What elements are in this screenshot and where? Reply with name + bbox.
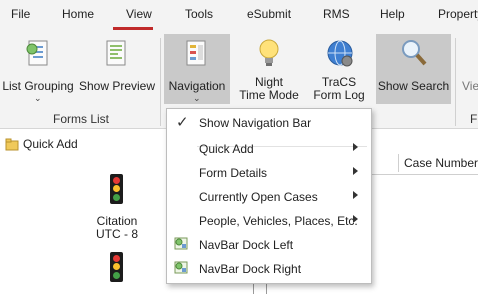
menu-item-quick-add[interactable]: Quick Add [167, 136, 371, 160]
list-grouping-icon [26, 40, 48, 66]
traffic-red-light [113, 255, 120, 262]
menu-item-label: Quick Add [199, 142, 254, 156]
menu-item-label: Form Details [199, 166, 268, 180]
column-divider[interactable] [398, 154, 399, 172]
menu-item-currently-open-cases[interactable]: Currently Open Cases [167, 184, 371, 208]
traffic-green-light [113, 272, 120, 279]
group-divider [455, 38, 456, 126]
traffic-light-icon[interactable] [110, 174, 123, 204]
submenu-arrow-icon [353, 167, 358, 175]
traffic-yellow-light [113, 185, 120, 192]
menu-help[interactable]: Help [380, 7, 405, 21]
menu-esubmit[interactable]: eSubmit [247, 7, 291, 21]
menu-home[interactable]: Home [62, 7, 94, 21]
menu-item-label: Show Navigation Bar [199, 116, 312, 130]
show-search-label: Show Search [377, 79, 450, 93]
citation-label-line2: UTC - 8 [96, 227, 138, 241]
menu-item-label: People, Vehicles, Places, Etc. [199, 214, 358, 228]
chevron-down-icon: ⌄ [193, 93, 201, 103]
menu-bar: File Home View Tools eSubmit RMS Help Pr… [0, 0, 478, 30]
lightbulb-icon [259, 39, 279, 66]
navbar-dock-icon [174, 261, 188, 274]
menu-tools[interactable]: Tools [185, 7, 213, 21]
cut-off-ribbon-label[interactable]: Vie [462, 80, 478, 93]
menu-item-show-navigation-bar[interactable]: ✓ Show Navigation Bar [167, 110, 371, 134]
folder-add-icon [5, 138, 19, 151]
navigation-button[interactable]: Navigation ⌄ [164, 34, 230, 104]
navbar-dock-icon [174, 237, 188, 250]
quick-add-label: Quick Add [23, 137, 78, 151]
traffic-red-light [113, 177, 120, 184]
menu-item-label: NavBar Dock Right [199, 262, 302, 276]
menu-file[interactable]: File [11, 7, 30, 21]
menu-item-form-details[interactable]: Form Details [167, 160, 371, 184]
checkmark-icon: ✓ [176, 114, 189, 131]
traffic-light-icon[interactable] [110, 252, 123, 282]
traffic-yellow-light [113, 263, 120, 270]
menu-item-label: NavBar Dock Left [199, 238, 294, 252]
menu-view[interactable]: View [126, 7, 152, 21]
menu-rms[interactable]: RMS [323, 7, 350, 21]
submenu-arrow-icon [353, 191, 358, 199]
show-preview-icon [106, 40, 126, 66]
tracs-form-log-label-line2: Form Log [313, 88, 365, 102]
show-preview-button[interactable]: Show Preview [78, 34, 156, 100]
menu-property[interactable]: Property [438, 7, 478, 21]
menu-item-navbar-dock-right[interactable]: NavBar Dock Right [167, 256, 371, 280]
menu-item-people-vehicles-places[interactable]: People, Vehicles, Places, Etc. [167, 208, 371, 232]
group-divider [160, 38, 161, 126]
group-label-forms-list: Forms List [53, 112, 110, 126]
night-time-mode-button[interactable]: Night Time Mode [234, 34, 304, 104]
submenu-arrow-icon [353, 215, 358, 223]
submenu-arrow-icon [353, 143, 358, 151]
grid-header: Case Number [370, 152, 478, 175]
night-time-mode-label-line2: Time Mode [239, 88, 299, 102]
list-grouping-button[interactable]: List Grouping ⌄ [2, 34, 74, 103]
menu-item-navbar-dock-left[interactable]: NavBar Dock Left [167, 232, 371, 256]
navigation-dropdown-menu: ✓ Show Navigation Bar Quick Add Form Det… [166, 108, 372, 284]
chevron-down-icon: ⌄ [34, 93, 42, 103]
menu-item-label: Currently Open Cases [199, 190, 318, 204]
case-number-column-header[interactable]: Case Number [404, 156, 478, 170]
tracs-form-log-button[interactable]: TraCS Form Log [308, 34, 370, 104]
globe-icon [327, 40, 353, 67]
group-label-cut-off: F [470, 112, 478, 126]
traffic-green-light [113, 194, 120, 201]
search-icon [402, 40, 427, 66]
navigation-icon [186, 40, 206, 66]
show-search-button[interactable]: Show Search [376, 34, 451, 104]
show-preview-label: Show Preview [78, 79, 156, 93]
